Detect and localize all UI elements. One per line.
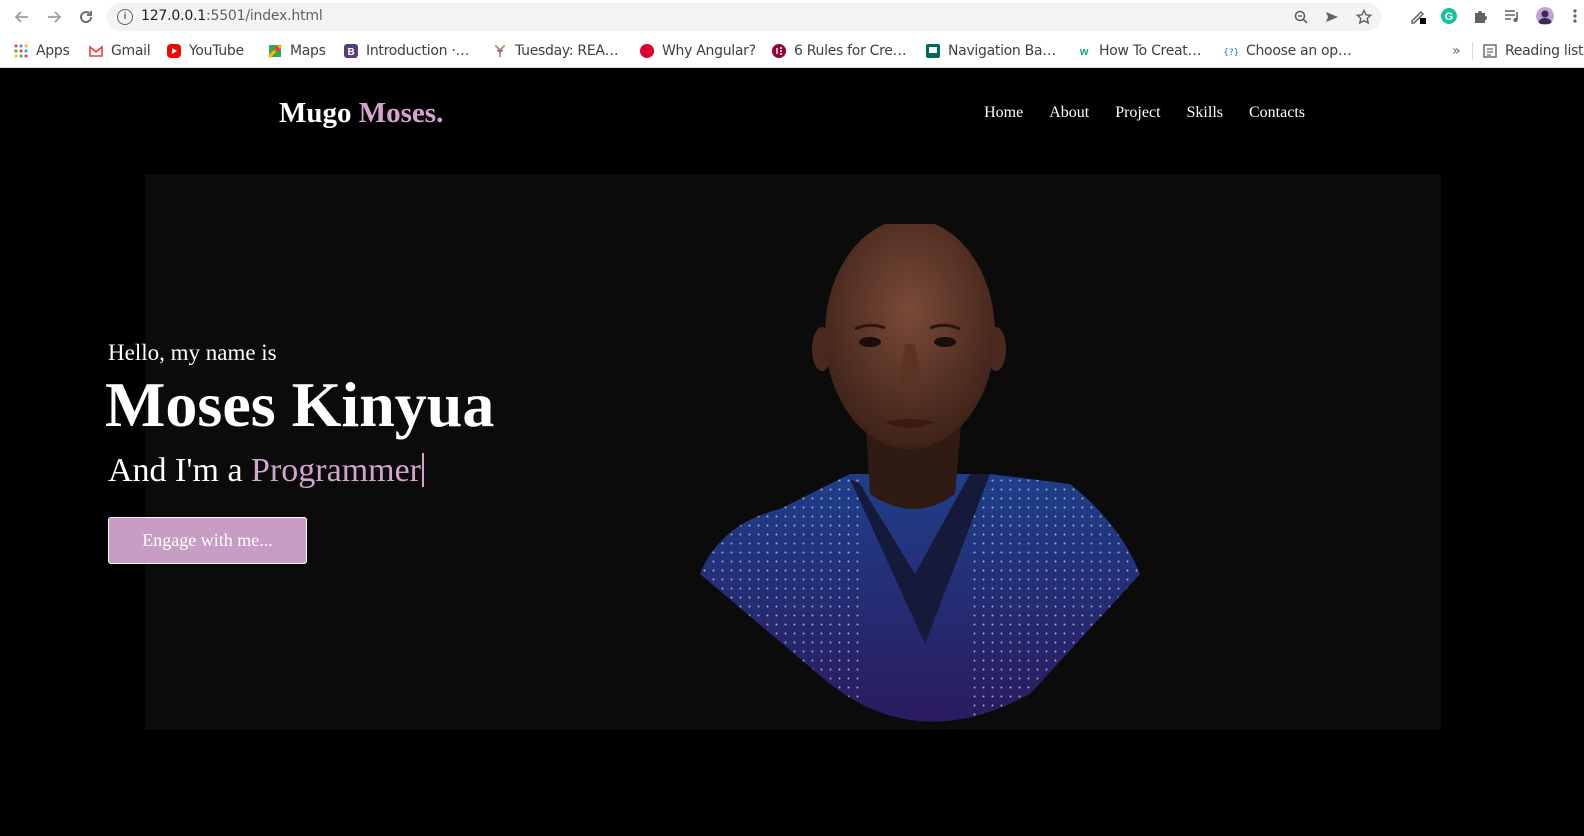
engage-button[interactable]: Engage with me... [108, 517, 307, 564]
site-logo[interactable]: Mugo Moses. [279, 97, 443, 130]
bookmark-maps[interactable]: Maps [267, 41, 326, 61]
hero-name: Moses Kinyua [105, 369, 495, 440]
maps-icon [267, 43, 283, 59]
address-bar[interactable]: i 127.0.0.1:5501/index.html [107, 3, 1381, 31]
angular-icon [640, 44, 654, 58]
svg-text:{?}: {?} [1224, 48, 1238, 58]
bookmark-label: Navigation Ba… [948, 43, 1056, 59]
nav-contacts[interactable]: Contacts [1249, 104, 1305, 122]
bookmark-label: Choose an op… [1246, 43, 1352, 59]
extensions-puzzle-icon[interactable] [1472, 7, 1490, 25]
grammarly-icon[interactable]: G [1440, 7, 1458, 25]
forward-arrow-icon[interactable] [42, 5, 66, 29]
portfolio-page: Mugo Moses. Home About Project Skills Co… [0, 69, 1584, 836]
hero-greeting: Hello, my name is [108, 340, 277, 365]
url-text: 127.0.0.1:5501/index.html [141, 8, 323, 24]
apps-grid-icon [14, 44, 28, 58]
nav-skills[interactable]: Skills [1187, 104, 1223, 122]
bookmarks-divider [1472, 42, 1473, 60]
bookmarks-bar: Apps Gmail YouTube Maps B Introduction ·… [0, 34, 1584, 68]
bookmark-label: How To Creat… [1099, 43, 1202, 59]
nav-about[interactable]: About [1049, 104, 1089, 122]
bookmark-navigation-bar[interactable]: Navigation Ba… [926, 41, 1056, 61]
main-nav: Home About Project Skills Contacts [984, 104, 1305, 122]
zoom-icon[interactable] [1293, 9, 1309, 25]
svg-text:G: G [1445, 11, 1454, 23]
bookmark-star-icon[interactable] [1355, 8, 1373, 25]
typing-caret [422, 453, 424, 487]
bookmark-choose-an-option[interactable]: {?} Choose an op… [1223, 41, 1352, 61]
more-bookmarks-chevron-icon[interactable]: » [1452, 41, 1461, 61]
bookmark-youtube[interactable]: YouTube [167, 41, 244, 61]
bookmark-label: Introduction ·… [366, 43, 470, 59]
logo-last-name: Moses. [358, 97, 444, 129]
bookmark-label: YouTube [189, 43, 244, 59]
logo-first-name: Mugo [279, 97, 352, 129]
bookmark-6-rules[interactable]: 6 Rules for Cre… [772, 41, 907, 61]
elementor-icon [772, 44, 786, 58]
svg-text:B: B [348, 47, 355, 58]
bookmark-label: Maps [290, 43, 326, 59]
nav-home[interactable]: Home [984, 104, 1023, 122]
role-typed-text: Programmer [251, 452, 421, 489]
classroom-icon [926, 44, 940, 58]
bookmark-why-angular[interactable]: Why Angular? [640, 41, 756, 61]
w3schools-icon: w [1077, 44, 1091, 58]
reading-list-label: Reading list [1505, 43, 1584, 59]
bootstrap-icon: B [344, 44, 358, 58]
bookmark-how-to-create[interactable]: w How To Creat… [1077, 41, 1202, 61]
profile-portrait [700, 224, 1140, 722]
gmail-icon [89, 44, 103, 58]
bookmark-label: Tuesday: REA… [515, 43, 619, 59]
nav-project[interactable]: Project [1115, 104, 1160, 122]
site-info-icon[interactable]: i [117, 9, 133, 25]
browser-toolbar: i 127.0.0.1:5501/index.html G [0, 0, 1584, 34]
role-prefix: And I'm a [108, 452, 243, 489]
bookmark-tuesday[interactable]: Tuesday: REA… [493, 41, 619, 61]
hero-role: And I'm a Programmer [108, 452, 424, 490]
reading-list-button[interactable]: Reading list [1483, 41, 1584, 61]
reading-list-icon [1483, 44, 1497, 58]
bookmark-introduction[interactable]: B Introduction ·… [344, 41, 469, 61]
youtube-icon [167, 44, 181, 58]
pen-extension-icon[interactable] [1409, 7, 1427, 25]
svg-text:w: w [1079, 46, 1089, 58]
bookmark-label: 6 Rules for Cre… [794, 43, 907, 59]
back-arrow-icon[interactable] [10, 5, 34, 29]
bookmark-apps[interactable]: Apps [14, 41, 70, 61]
tree-icon [493, 44, 507, 58]
bookmark-label: Gmail [111, 43, 151, 59]
profile-avatar[interactable] [1536, 7, 1554, 25]
question-bracket-icon: {?} [1223, 44, 1239, 58]
media-playlist-icon[interactable] [1503, 7, 1521, 25]
bookmark-label: Apps [36, 43, 70, 59]
reload-icon[interactable] [74, 5, 98, 29]
send-icon[interactable] [1324, 9, 1340, 25]
kebab-menu-icon[interactable] [1566, 7, 1584, 25]
bookmark-gmail[interactable]: Gmail [89, 41, 151, 61]
bookmark-label: Why Angular? [662, 43, 756, 59]
